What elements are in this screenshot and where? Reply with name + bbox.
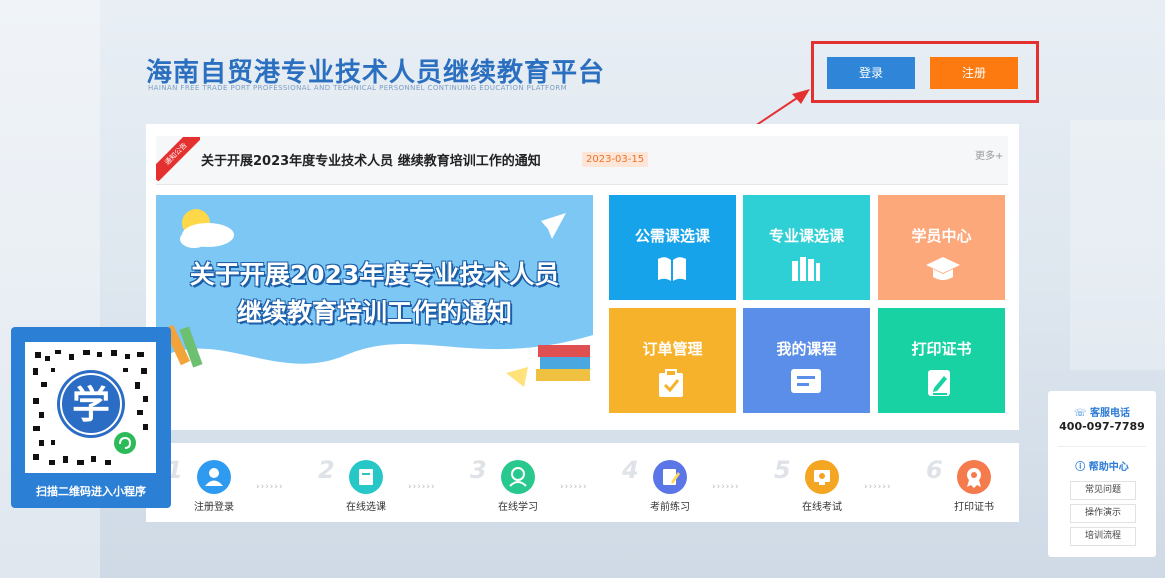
qr-label: 扫描二维码进入小程序 [36, 485, 146, 498]
tile-label: 我的课程 [776, 340, 837, 358]
tile-print-certificate[interactable]: 打印证书 [878, 308, 1005, 413]
notice-ribbon: 通知公告 [156, 137, 200, 181]
phone-icon: ☏ [1074, 408, 1090, 419]
step-label: 在线选课 [346, 502, 386, 513]
site-subtitle: HAINAN FREE TRADE PORT PROFESSIONAL AND … [148, 84, 568, 92]
step-number: 6 [926, 456, 943, 484]
exam-icon [805, 460, 839, 494]
demo-link[interactable]: 操作演示 [1070, 504, 1136, 523]
service-panel: ☏ 客服电话 400-097-7789 ⓘ 帮助中心 常见问题 操作演示 培训流… [1048, 391, 1156, 557]
step-print-certificate: 6 打印证书 [926, 456, 1036, 516]
user-icon [197, 460, 231, 494]
step-arrow: ›››››› [864, 482, 892, 492]
help-icon: ⓘ [1075, 462, 1089, 473]
wave-shape [156, 335, 593, 413]
graduation-cap-icon [926, 257, 960, 280]
faq-link[interactable]: 常见问题 [1070, 481, 1136, 500]
step-label: 注册登录 [194, 502, 234, 513]
tile-public-course[interactable]: 公需课选课 [609, 195, 736, 300]
background-panel [1070, 120, 1165, 370]
medal-icon [957, 460, 991, 494]
tile-label: 专业课选课 [768, 227, 844, 245]
banner-headline-2: 继续教育培训工作的通知 [236, 298, 512, 327]
step-number: 4 [622, 456, 639, 484]
training-process-link[interactable]: 培训流程 [1070, 527, 1136, 546]
step-number: 2 [318, 456, 335, 484]
books-icon [792, 257, 820, 281]
book-stack-icon [538, 345, 590, 357]
tile-label: 公需课选课 [634, 227, 710, 245]
mini-program-icon [114, 432, 136, 454]
step-arrow: ›››››› [256, 482, 284, 492]
tile-label: 订单管理 [642, 340, 703, 358]
divider [1058, 446, 1146, 447]
banner[interactable]: 关于开展2023年度专业技术人员 继续教育培训工作的通知 [156, 195, 593, 413]
more-link[interactable]: 更多+ [975, 147, 1003, 162]
notice-date: 2023-03-15 [582, 152, 649, 167]
step-label: 打印证书 [954, 502, 994, 513]
step-number: 5 [774, 456, 791, 484]
notice-badge: 通知公告 [156, 137, 200, 181]
book-icon [349, 460, 383, 494]
step-arrow: ›››››› [408, 482, 436, 492]
tile-order-management[interactable]: 订单管理 [609, 308, 736, 413]
step-arrow: ›››››› [560, 482, 588, 492]
qr-code: 学 [25, 342, 156, 473]
tile-my-courses[interactable]: 我的课程 [743, 308, 870, 413]
help-title-text: 帮助中心 [1088, 462, 1129, 473]
tile-label: 学员中心 [911, 227, 972, 245]
learner-icon [501, 460, 535, 494]
notice-title[interactable]: 关于开展2023年度专业技术人员 继续教育培训工作的通知 [201, 150, 541, 169]
book-icon [658, 257, 686, 281]
service-phone-number: 400-097-7789 [1059, 420, 1145, 433]
login-button[interactable]: 登录 [827, 57, 915, 89]
register-button[interactable]: 注册 [930, 57, 1018, 89]
phone-title-text: 客服电话 [1090, 408, 1130, 419]
qr-code-image: 学 [33, 350, 148, 465]
tile-student-center[interactable]: 学员中心 [878, 195, 1005, 300]
banner-headline-1: 关于开展2023年度专业技术人员 [189, 260, 560, 289]
help-center-title: ⓘ 帮助中心 [1048, 458, 1156, 473]
certificate-icon [928, 370, 950, 396]
tile-professional-course[interactable]: 专业课选课 [743, 195, 870, 300]
mini-program-qr-panel[interactable]: 学 扫描二维码进入小程序 [11, 327, 171, 508]
edit-icon [653, 460, 687, 494]
tile-label: 打印证书 [911, 340, 972, 358]
qr-center-char: 学 [72, 383, 110, 427]
paper-plane-icon [541, 213, 566, 239]
step-label: 在线考试 [802, 502, 842, 513]
step-number: 3 [470, 456, 487, 484]
service-phone-title: ☏ 客服电话 [1048, 404, 1156, 419]
course-icon [791, 369, 821, 393]
step-label: 考前练习 [650, 502, 690, 513]
clipboard-check-icon [659, 369, 683, 397]
step-label: 在线学习 [498, 502, 538, 513]
step-arrow: ›››››› [712, 482, 740, 492]
